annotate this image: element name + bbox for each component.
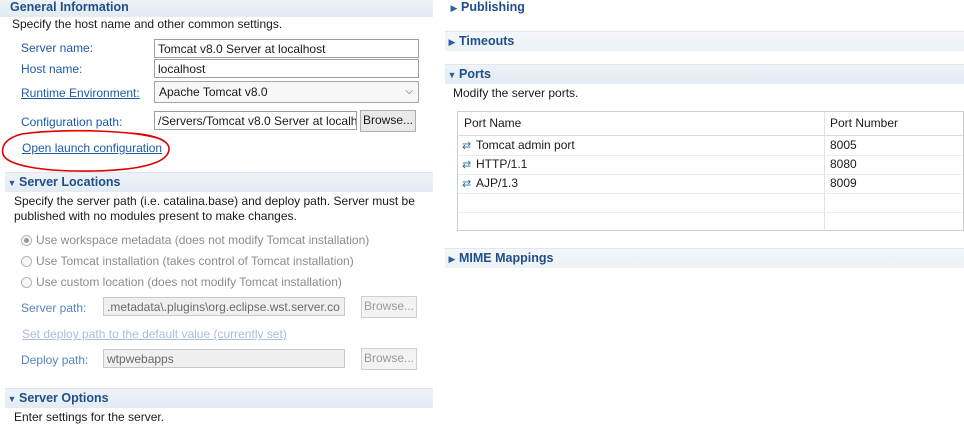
host-name-label: Host name: bbox=[21, 62, 83, 76]
publishing-header[interactable]: ▶ Publishing bbox=[447, 0, 962, 17]
runtime-environment-combo[interactable]: Apache Tomcat v8.0 ⌵ bbox=[154, 81, 419, 103]
mime-mappings-title: MIME Mappings bbox=[459, 251, 554, 265]
mime-mappings-header[interactable]: ▶ MIME Mappings bbox=[445, 248, 964, 268]
radio-tomcat-installation[interactable]: Use Tomcat installation (takes control o… bbox=[21, 254, 354, 268]
server-locations-description-1: Specify the server path (i.e. catalina.b… bbox=[14, 194, 415, 208]
triangle-right-icon: ▶ bbox=[450, 3, 458, 13]
chevron-down-icon: ⌵ bbox=[405, 86, 413, 97]
server-options-title: Server Options bbox=[19, 391, 109, 405]
general-information-title: General Information bbox=[10, 0, 129, 14]
radio-workspace-metadata[interactable]: Use workspace metadata (does not modify … bbox=[21, 233, 369, 247]
triangle-down-icon: ▼ bbox=[447, 70, 457, 80]
timeouts-header[interactable]: ▶ Timeouts bbox=[445, 31, 964, 51]
triangle-down-icon: ▼ bbox=[7, 178, 17, 188]
radio-icon bbox=[21, 256, 32, 267]
runtime-environment-value: Apache Tomcat v8.0 bbox=[159, 85, 268, 99]
server-name-label: Server name: bbox=[21, 41, 94, 55]
table-row[interactable]: ⇄ AJP/1.3 bbox=[462, 174, 822, 193]
server-locations-header[interactable]: ▼ Server Locations bbox=[5, 172, 433, 192]
port-number[interactable]: 8009 bbox=[830, 174, 857, 193]
general-information-header[interactable]: General Information bbox=[0, 0, 433, 17]
radio-custom-location[interactable]: Use custom location (does not modify Tom… bbox=[21, 275, 342, 289]
row-divider bbox=[458, 193, 963, 194]
server-path-field[interactable]: .metadata\.plugins\org.eclipse.wst.serve… bbox=[103, 297, 345, 316]
port-name-column-header[interactable]: Port Name bbox=[458, 112, 824, 135]
triangle-right-icon: ▶ bbox=[448, 37, 456, 47]
ports-table[interactable]: Port Name Port Number ⇄ Tomcat admin port… bbox=[457, 111, 964, 231]
publishing-title: Publishing bbox=[461, 0, 525, 14]
triangle-right-icon: ▶ bbox=[448, 254, 456, 264]
annotation-circle bbox=[1, 129, 170, 172]
configuration-path-browse-button[interactable]: Browse... bbox=[360, 110, 416, 132]
port-number[interactable]: 8080 bbox=[830, 155, 857, 174]
host-name-field[interactable]: localhost bbox=[154, 59, 419, 78]
radio-custom-label: Use custom location (does not modify Tom… bbox=[36, 275, 342, 289]
deploy-path-label: Deploy path: bbox=[21, 353, 89, 367]
server-name-field[interactable]: Tomcat v8.0 Server at localhost bbox=[154, 39, 419, 58]
port-icon: ⇄ bbox=[462, 178, 472, 190]
port-name: HTTP/1.1 bbox=[476, 157, 528, 171]
ports-header[interactable]: ▼ Ports bbox=[445, 64, 964, 84]
port-name: AJP/1.3 bbox=[476, 176, 519, 190]
port-icon: ⇄ bbox=[462, 140, 472, 152]
radio-tomcat-label: Use Tomcat installation (takes control o… bbox=[36, 254, 354, 268]
port-number-column-header[interactable]: Port Number bbox=[824, 112, 964, 135]
configuration-path-field[interactable]: /Servers/Tomcat v8.0 Server at localh bbox=[154, 111, 357, 130]
server-options-header[interactable]: ▼ Server Options bbox=[5, 388, 433, 408]
server-options-description: Enter settings for the server. bbox=[14, 410, 165, 424]
server-path-label: Server path: bbox=[21, 301, 87, 315]
radio-selected-icon bbox=[21, 235, 32, 246]
radio-workspace-label: Use workspace metadata (does not modify … bbox=[36, 233, 370, 247]
table-row[interactable]: ⇄ HTTP/1.1 bbox=[462, 155, 822, 174]
deploy-path-field[interactable]: wtpwebapps bbox=[103, 349, 345, 368]
server-locations-title: Server Locations bbox=[19, 175, 121, 189]
port-number[interactable]: 8005 bbox=[830, 136, 857, 155]
ports-title: Ports bbox=[459, 67, 491, 81]
port-name: Tomcat admin port bbox=[476, 138, 575, 152]
timeouts-title: Timeouts bbox=[459, 34, 515, 48]
server-locations-description-2: published with no modules present to mak… bbox=[14, 209, 297, 223]
port-icon: ⇄ bbox=[462, 159, 472, 171]
radio-icon bbox=[21, 277, 32, 288]
runtime-environment-link[interactable]: Runtime Environment: bbox=[21, 86, 140, 100]
row-divider bbox=[458, 212, 963, 213]
set-deploy-path-default-link[interactable]: Set deploy path to the default value (cu… bbox=[22, 327, 287, 341]
table-row[interactable]: ⇄ Tomcat admin port bbox=[462, 136, 822, 155]
server-path-browse-button[interactable]: Browse... bbox=[361, 296, 417, 318]
ports-description: Modify the server ports. bbox=[453, 86, 579, 100]
deploy-path-browse-button[interactable]: Browse... bbox=[361, 348, 417, 370]
general-information-description: Specify the host name and other common s… bbox=[12, 17, 283, 31]
triangle-down-icon: ▼ bbox=[7, 394, 17, 404]
